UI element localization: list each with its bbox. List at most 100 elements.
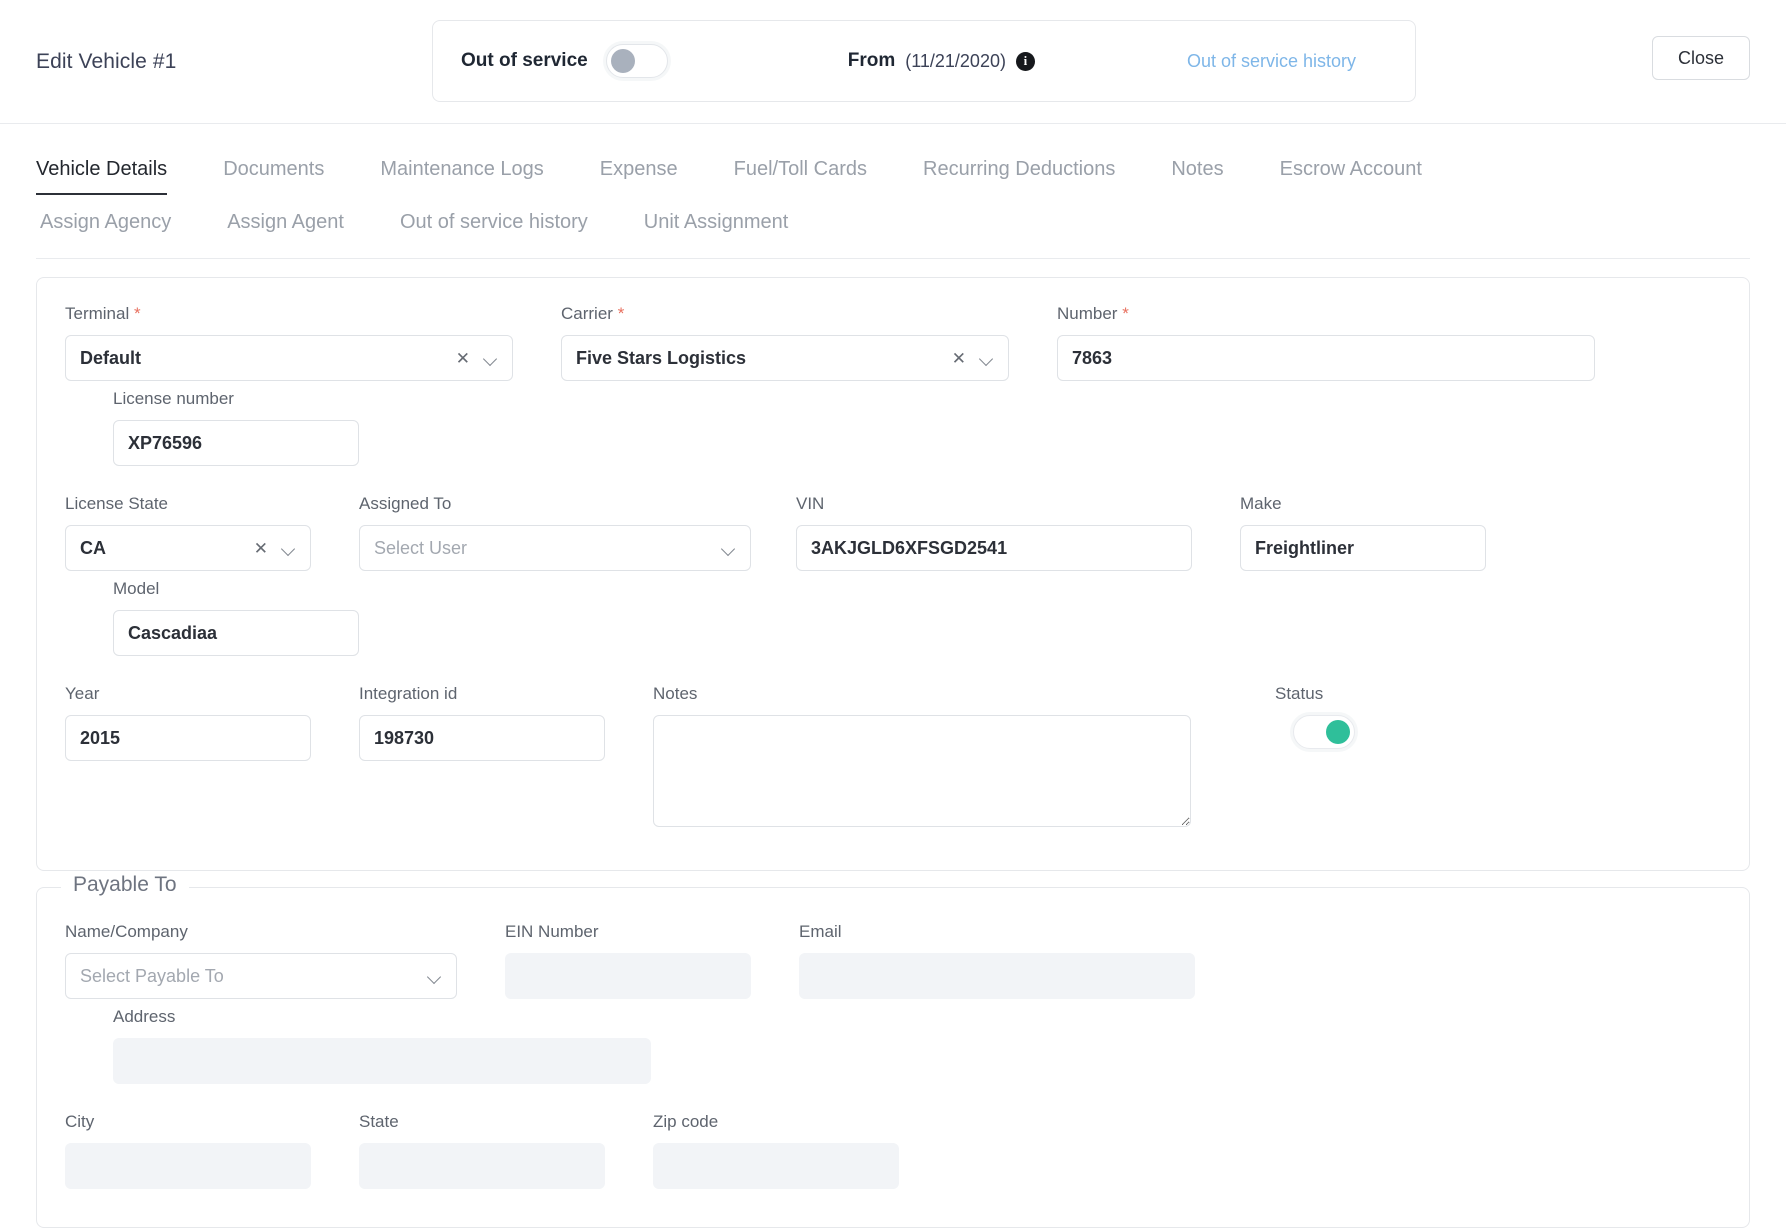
carrier-value: Five Stars Logistics [576,347,747,368]
info-icon[interactable]: i [1015,51,1035,71]
zip-code-input [653,1143,899,1189]
vin-input[interactable]: 3AKJGLD6XFSGD2541 [796,525,1192,571]
out-of-service-label: Out of service [461,50,588,71]
tab-recurring-deductions[interactable]: Recurring Deductions [895,158,1143,195]
tabs-divider [36,258,1750,259]
payable-to-row-1: Name/Company Select Payable To EIN Numbe… [65,922,1721,1092]
vehicle-details-row-1: Terminal * Default ✕ Carrier * Five Star… [65,304,1721,474]
payable-to-legend: Payable To [61,873,189,897]
field-city: City [65,1112,311,1189]
page-title: Edit Vehicle #1 [36,49,177,73]
field-assigned-to: Assigned To Select User [359,494,751,571]
field-number: Number * 7863 [1057,304,1595,381]
label-city: City [65,1112,95,1131]
from-date-value: (11/21/2020) [905,50,1006,71]
name-company-placeholder: Select Payable To [80,965,224,986]
email-input [799,953,1195,999]
assigned-to-select[interactable]: Select User [359,525,751,571]
required-asterisk: * [133,304,141,323]
tab-assign-agent[interactable]: Assign Agent [199,211,372,234]
field-terminal: Terminal * Default ✕ [65,304,513,381]
payable-to-section: Payable To Name/Company Select Payable T… [36,873,1750,1228]
label-number-text: Number [1057,304,1118,323]
label-terminal-text: Terminal [65,304,130,323]
field-model: Model Cascadiaa [113,579,359,656]
required-asterisk: * [617,304,625,323]
toggle-knob [610,49,635,73]
vehicle-details-row-3: Year 2015 Integration id 198730 Notes St… [65,684,1721,840]
license-number-input[interactable]: XP76596 [113,420,359,466]
clear-icon[interactable]: ✕ [456,350,470,367]
notes-textarea[interactable] [653,715,1191,827]
label-license-number: License number [113,389,234,408]
from-label: From [847,50,896,71]
label-carrier-text: Carrier [561,304,613,323]
field-status: Status [1239,684,1485,832]
label-make: Make [1240,494,1282,513]
license-number-value: XP76596 [128,432,203,453]
tab-expense[interactable]: Expense [572,158,706,195]
terminal-value: Default [80,347,142,368]
tab-vehicle-details[interactable]: Vehicle Details [36,158,195,195]
tab-row-primary: Vehicle Details Documents Maintenance Lo… [36,158,1750,195]
year-value: 2015 [80,727,121,748]
field-email: Email [799,922,1195,999]
tab-maintenance-logs[interactable]: Maintenance Logs [352,158,571,195]
label-number: Number * [1057,304,1595,324]
model-input[interactable]: Cascadiaa [113,610,359,656]
city-input [65,1143,311,1189]
chevron-down-icon[interactable] [428,972,442,981]
chevron-down-icon[interactable] [722,544,736,553]
integration-id-input[interactable]: 198730 [359,715,605,761]
status-toggle[interactable] [1293,715,1355,749]
field-state: State [359,1112,605,1189]
toggle-knob [1326,720,1350,744]
tab-documents[interactable]: Documents [195,158,352,195]
label-carrier: Carrier * [561,304,1009,324]
chevron-down-icon[interactable] [484,354,498,363]
chevron-down-icon[interactable] [980,354,994,363]
integration-id-value: 198730 [374,727,435,748]
label-integration-id: Integration id [359,684,458,703]
model-value: Cascadiaa [128,622,218,643]
status-toggle-wrap [1239,715,1485,749]
label-zip-code: Zip code [653,1112,719,1131]
year-input[interactable]: 2015 [65,715,311,761]
label-year: Year [65,684,100,703]
out-of-service-history-link[interactable]: Out of service history [1187,51,1356,72]
close-button[interactable]: Close [1652,36,1750,80]
tab-unit-assignment[interactable]: Unit Assignment [616,211,817,234]
assigned-to-placeholder: Select User [374,537,468,558]
number-input[interactable]: 7863 [1057,335,1595,381]
label-address: Address [113,1007,176,1026]
label-state: State [359,1112,399,1131]
license-state-select[interactable]: CA ✕ [65,525,311,571]
terminal-select[interactable]: Default ✕ [65,335,513,381]
name-company-select[interactable]: Select Payable To [65,953,457,999]
label-vin: VIN [796,494,825,513]
label-license-state: License State [65,494,169,513]
make-input[interactable]: Freightliner [1240,525,1486,571]
label-assigned-to: Assigned To [359,494,452,513]
state-input [359,1143,605,1189]
tab-notes[interactable]: Notes [1143,158,1251,195]
make-value: Freightliner [1255,537,1355,558]
tab-fuel-toll-cards[interactable]: Fuel/Toll Cards [706,158,895,195]
label-email: Email [799,922,842,941]
clear-icon[interactable]: ✕ [254,540,268,557]
carrier-select[interactable]: Five Stars Logistics ✕ [561,335,1009,381]
top-bar: Edit Vehicle #1 Out of service From (11/… [0,0,1786,124]
chevron-down-icon[interactable] [282,544,296,553]
tab-escrow-account[interactable]: Escrow Account [1252,158,1450,195]
tab-row-secondary: Assign Agency Assign Agent Out of servic… [36,211,1750,234]
out-of-service-card: Out of service From (11/21/2020) i Out o… [432,20,1416,102]
vehicle-details-row-2: License State CA ✕ Assigned To Select Us… [65,494,1721,664]
out-of-service-toggle[interactable] [605,44,668,78]
label-model: Model [113,579,160,598]
tabs-section: Vehicle Details Documents Maintenance Lo… [0,124,1786,234]
field-license-number: License number XP76596 [113,389,359,466]
tab-out-of-service-history[interactable]: Out of service history [372,211,616,234]
tab-assign-agency[interactable]: Assign Agency [36,211,199,234]
label-status: Status [1275,684,1324,703]
clear-icon[interactable]: ✕ [952,350,966,367]
